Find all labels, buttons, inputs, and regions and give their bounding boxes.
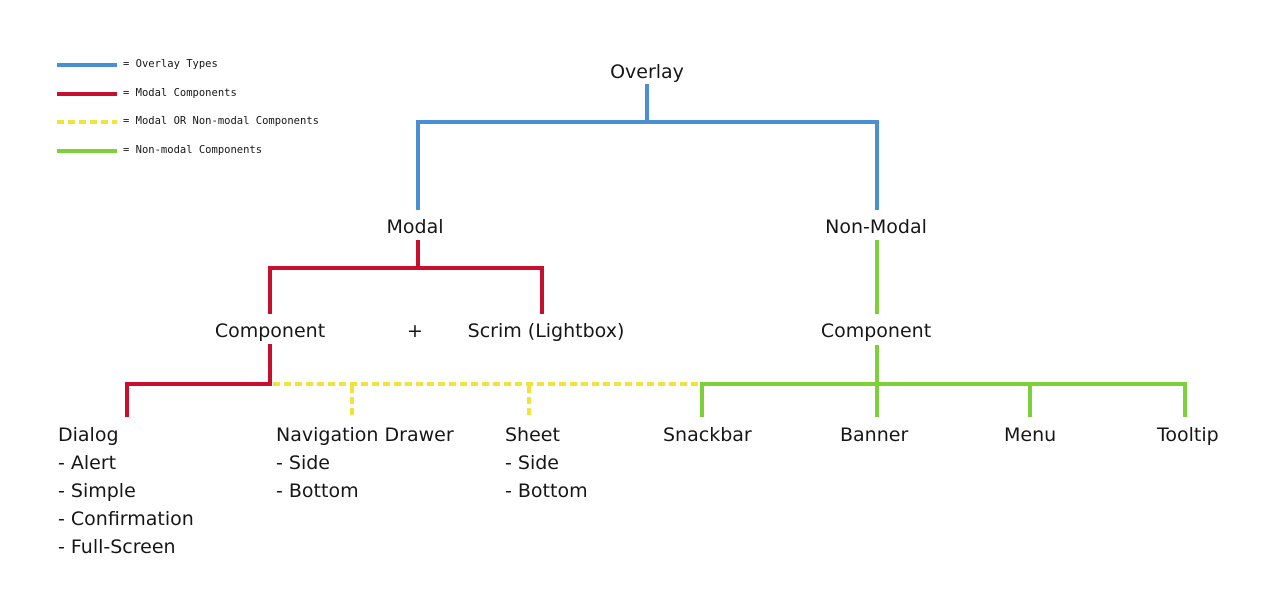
leaf-item: - Alert: [58, 452, 117, 474]
leaf-tooltip: Tooltip: [1157, 421, 1219, 449]
leaf-item: - Side: [276, 452, 330, 474]
leaf-snackbar: Snackbar: [663, 421, 752, 449]
node-scrim: Scrim (Lightbox): [467, 320, 625, 342]
node-non-modal-component: Component: [820, 320, 932, 342]
leaf-dialog: Dialog - Alert - Simple - Confirmation -…: [58, 421, 194, 561]
node-modal: Modal: [386, 216, 444, 238]
connector-modal-branch: [268, 266, 544, 314]
leaf-title: Navigation Drawer: [276, 424, 454, 446]
connector-overlay-branch: [416, 120, 879, 210]
legend-label-modal-or-nonmodal: = Modal OR Non-modal Components: [123, 115, 319, 127]
leaf-banner: Banner: [840, 421, 908, 449]
leaf-menu: Menu: [1004, 421, 1056, 449]
connector-non-modal-horizontal: [700, 382, 1187, 417]
node-non-modal: Non-Modal: [825, 216, 927, 238]
leaf-navigation-drawer: Navigation Drawer - Side - Bottom: [276, 421, 454, 505]
node-overlay: Overlay: [610, 61, 684, 83]
leaf-title: Menu: [1004, 424, 1057, 446]
leaf-title: Banner: [840, 424, 909, 446]
leaf-title: Tooltip: [1157, 424, 1219, 446]
connector-modal-component-to-dialog: [125, 344, 272, 417]
leaf-item: - Full-Screen: [58, 536, 176, 558]
legend-label-non-modal: = Non-modal Components: [123, 144, 263, 156]
leaf-title: Dialog: [58, 424, 119, 446]
node-modal-component: Component: [214, 320, 326, 342]
leaf-title: Snackbar: [663, 424, 752, 446]
leaf-item: - Bottom: [276, 480, 359, 502]
legend-label-modal: = Modal Components: [123, 87, 237, 99]
plus-sign: +: [407, 320, 423, 342]
leaf-sheet: Sheet - Side - Bottom: [505, 421, 588, 505]
legend-label-overlay-types: = Overlay Types: [123, 58, 218, 70]
leaf-title: Sheet: [505, 424, 560, 446]
leaf-item: - Side: [505, 452, 559, 474]
leaf-item: - Confirmation: [58, 508, 194, 530]
leaf-item: - Bottom: [505, 480, 588, 502]
leaf-item: - Simple: [58, 480, 136, 502]
